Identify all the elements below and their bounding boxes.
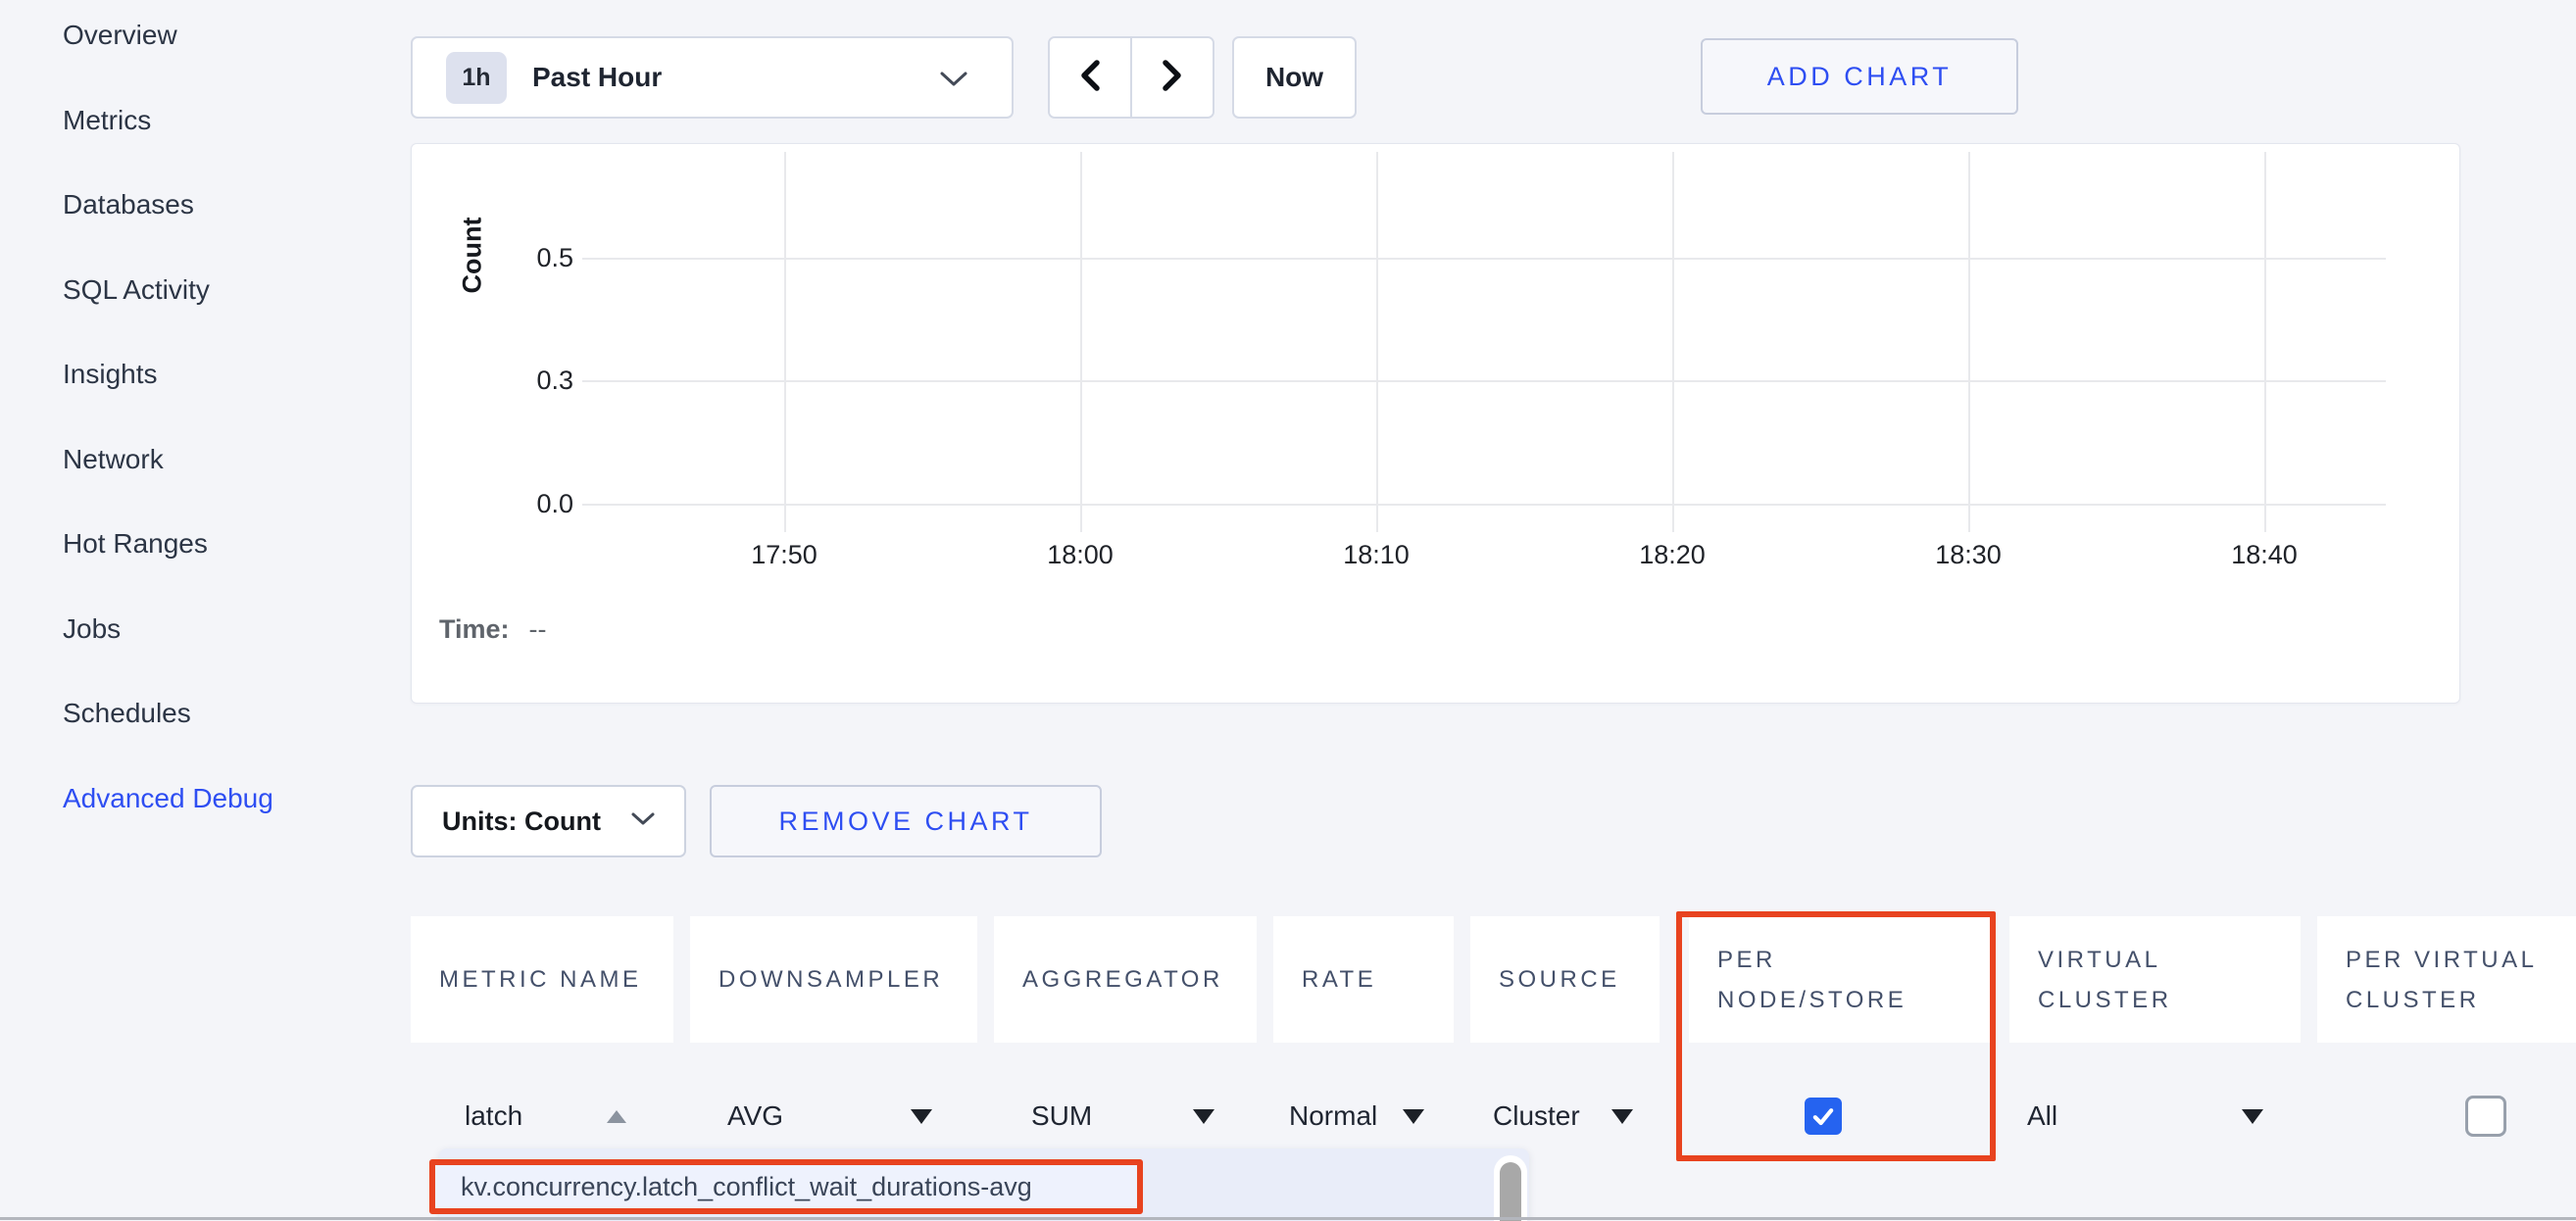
x-tick-label: 18:30 (1900, 540, 2037, 570)
time-readout: Time: -- (439, 614, 547, 645)
source-select[interactable]: Cluster (1493, 1081, 1580, 1151)
window-bottom-edge (0, 1217, 2576, 1220)
x-tick-label: 18:10 (1308, 540, 1445, 570)
add-chart-button[interactable]: ADD CHART (1701, 38, 2018, 115)
y-tick-label: 0.3 (466, 363, 573, 398)
time-readout-label: Time: (439, 614, 510, 645)
sidebar-item-overview[interactable]: Overview (63, 0, 273, 78)
sidebar-item-insights[interactable]: Insights (63, 332, 273, 417)
virtual-cluster-arrow-icon[interactable] (2242, 1081, 2263, 1151)
chevron-left-icon (1076, 58, 1104, 98)
time-readout-value: -- (529, 614, 547, 645)
column-header-per-virtual-cluster: PER VIRTUAL CLUSTER (2317, 916, 2576, 1043)
sidebar-item-hot-ranges[interactable]: Hot Ranges (63, 502, 273, 587)
source-arrow-icon[interactable] (1611, 1081, 1633, 1151)
sidebar-item-jobs[interactable]: Jobs (63, 587, 273, 672)
sidebar-nav: Overview Metrics Databases SQL Activity … (63, 0, 273, 841)
per-node-store-checkbox[interactable] (1805, 1098, 1842, 1135)
downsampler-select[interactable]: AVG (727, 1081, 783, 1151)
x-tick-label: 18:40 (2196, 540, 2333, 570)
x-tick-label: 18:20 (1604, 540, 1741, 570)
sidebar-item-metrics[interactable]: Metrics (63, 78, 273, 164)
metric-config-row: latch AVG SUM Normal Cluster All (411, 1081, 2576, 1151)
time-range-label: Past Hour (532, 62, 662, 93)
sidebar-item-advanced-debug[interactable]: Advanced Debug (63, 757, 273, 842)
sidebar-item-sql-activity[interactable]: SQL Activity (63, 248, 273, 333)
y-tick-label: 0.0 (466, 486, 573, 521)
custom-chart-card: Count 0.5 0.3 0.0 17:50 18:00 18:10 18:2… (411, 143, 2460, 704)
x-tick-label: 17:50 (716, 540, 853, 570)
column-header-rate: RATE (1273, 916, 1454, 1043)
next-time-button[interactable] (1132, 38, 1213, 117)
downsampler-arrow-icon[interactable] (911, 1081, 932, 1151)
chevron-down-icon (939, 71, 968, 93)
sidebar-item-databases[interactable]: Databases (63, 163, 273, 248)
custom-chart-debug-page: Overview Metrics Databases SQL Activity … (0, 0, 2576, 1221)
time-step-buttons (1048, 36, 1214, 119)
prev-time-button[interactable] (1050, 38, 1132, 117)
rate-arrow-icon[interactable] (1403, 1081, 1424, 1151)
column-header-aggregator: AGGREGATOR (994, 916, 1257, 1043)
aggregator-arrow-icon[interactable] (1193, 1081, 1214, 1151)
column-header-downsampler: DOWNSAMPLER (690, 916, 977, 1043)
column-header-virtual-cluster: VIRTUAL CLUSTER (2009, 916, 2301, 1043)
sidebar-item-network[interactable]: Network (63, 417, 273, 503)
metric-name-dropdown-open-icon[interactable] (607, 1081, 626, 1151)
metric-name-input[interactable]: latch (465, 1081, 522, 1151)
column-header-source: SOURCE (1470, 916, 1660, 1043)
chart-plot-area[interactable] (582, 152, 2386, 530)
aggregator-select[interactable]: SUM (1031, 1081, 1092, 1151)
rate-select[interactable]: Normal (1289, 1081, 1377, 1151)
dropdown-scrollbar-thumb[interactable] (1500, 1162, 1521, 1221)
metric-suggestion-item[interactable]: kv.concurrency.latch_conflict_wait_durat… (429, 1159, 1143, 1214)
now-button[interactable]: Now (1232, 36, 1357, 119)
time-range-selector[interactable]: 1h Past Hour (411, 36, 1014, 119)
time-range-badge: 1h (446, 52, 507, 104)
column-header-per-node-store: PER NODE/STORE (1689, 916, 1993, 1043)
units-select[interactable]: Units: Count (411, 785, 686, 857)
x-tick-label: 18:00 (1012, 540, 1149, 570)
virtual-cluster-select[interactable]: All (2027, 1081, 2057, 1151)
chevron-right-icon (1159, 58, 1186, 98)
chevron-down-icon (630, 811, 656, 832)
sidebar-item-schedules[interactable]: Schedules (63, 671, 273, 757)
per-virtual-cluster-checkbox[interactable] (2465, 1096, 2506, 1137)
y-tick-label: 0.5 (466, 240, 573, 275)
remove-chart-button[interactable]: REMOVE CHART (710, 785, 1102, 857)
units-select-label: Units: Count (442, 806, 601, 837)
dropdown-scrollbar-track[interactable] (1494, 1155, 1527, 1221)
column-header-metric-name: METRIC NAME (411, 916, 673, 1043)
